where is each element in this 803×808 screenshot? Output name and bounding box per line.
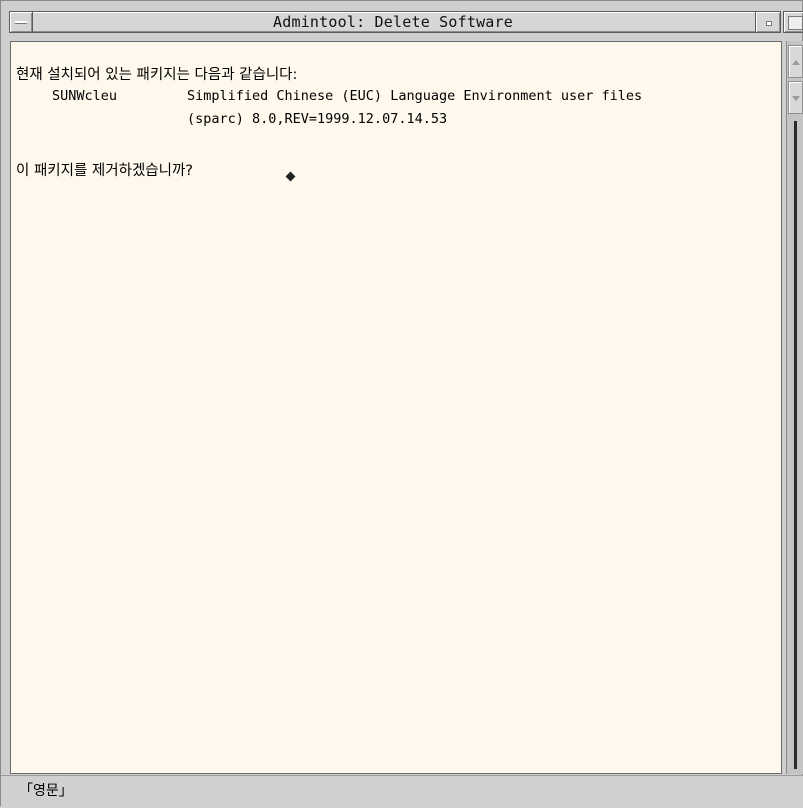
window-menu-button[interactable] xyxy=(9,11,33,33)
text-cursor-icon xyxy=(285,171,296,182)
message-text-area[interactable]: 현재 설치되어 있는 패키지는 다음과 같습니다: SUNWcleu Simpl… xyxy=(10,41,782,774)
window-title: Admintool: Delete Software xyxy=(273,13,513,31)
scroll-track[interactable] xyxy=(794,121,797,769)
confirm-question: 이 패키지를 제거하겠습니까? xyxy=(16,163,193,179)
window-menu-icon xyxy=(15,21,27,24)
status-bar: 「영문」 xyxy=(1,775,803,808)
vertical-scrollbar[interactable] xyxy=(786,41,803,774)
message-header: 현재 설치되어 있는 패키지는 다음과 같습니다: xyxy=(16,67,298,83)
package-description-line1: Simplified Chinese (EUC) Language Enviro… xyxy=(187,88,643,104)
maximize-button[interactable] xyxy=(783,11,803,33)
package-description-line2: (sparc) 8.0,REV=1999.12.07.14.53 xyxy=(187,111,448,127)
minimize-icon xyxy=(766,21,772,26)
package-name: SUNWcleu xyxy=(52,88,118,104)
input-mode-indicator[interactable]: 「영문」 xyxy=(19,780,73,802)
admintool-window: Admintool: Delete Software 현재 설치되어 있는 패키… xyxy=(0,0,803,808)
maximize-icon xyxy=(788,16,803,30)
minimize-button[interactable] xyxy=(755,11,781,33)
scroll-down-button[interactable] xyxy=(788,81,803,114)
scroll-up-button[interactable] xyxy=(788,45,803,78)
